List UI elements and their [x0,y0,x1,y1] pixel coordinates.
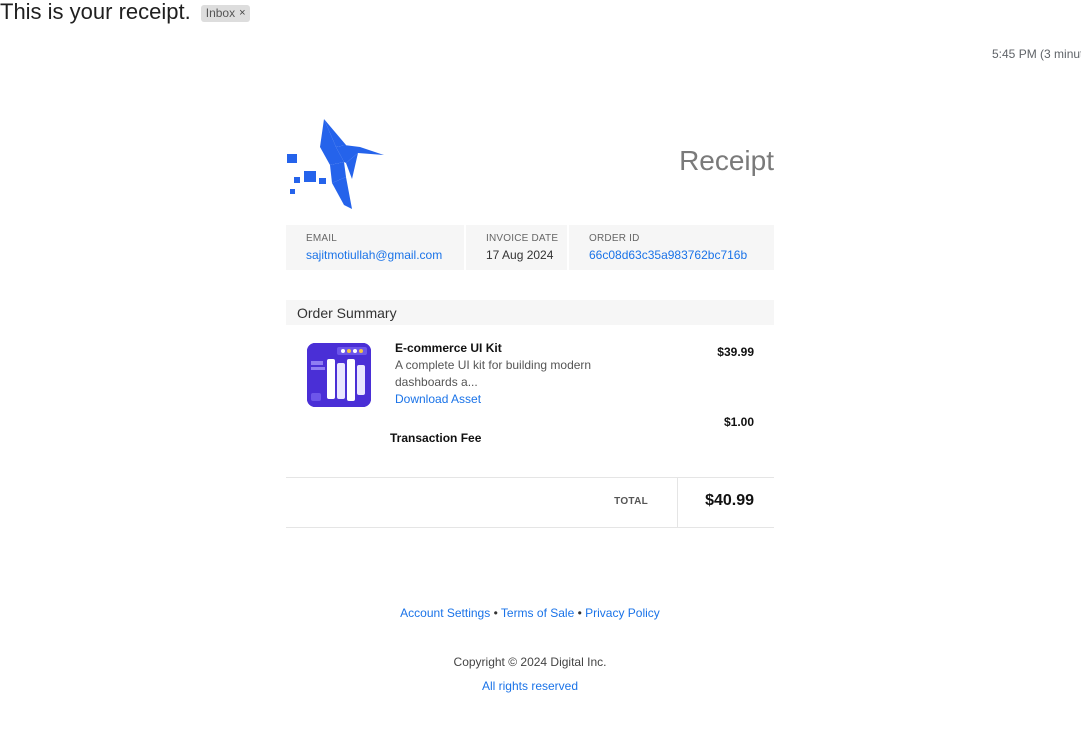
product-name: E-commerce UI Kit [395,341,502,355]
email-timestamp: 5:45 PM (3 minut [992,47,1081,61]
meta-email-value[interactable]: sajitmotiullah@gmail.com [306,248,464,262]
copyright-text: Copyright © 2024 Digital Inc. [453,655,607,669]
meta-email-label: EMAIL [306,233,338,244]
inbox-label-chip[interactable]: Inbox × [200,4,250,22]
transaction-fee-label: Transaction Fee [390,431,482,445]
account-settings-link[interactable]: Account Settings [400,606,490,620]
order-summary-header: Order Summary [286,300,774,325]
ui-kit-thumbnail-icon [307,343,371,407]
meta-order-id-label: ORDER ID [589,233,640,244]
hummingbird-logo-icon [287,119,384,209]
meta-invoice-date-value: 17 Aug 2024 [486,248,554,262]
product-thumbnail [307,343,371,407]
privacy-policy-link[interactable]: Privacy Policy [585,606,660,620]
total-row: TOTAL $40.99 [286,477,774,528]
product-price: $39.99 [717,345,754,359]
meta-order-id: ORDER ID 66c08d63c35a983762bc716b [569,225,774,270]
meta-email: EMAIL sajitmotiullah@gmail.com [286,225,464,270]
total-label: TOTAL [614,496,648,507]
transaction-fee-price: $1.00 [723,415,754,429]
meta-order-id-value[interactable]: 66c08d63c35a983762bc716b [589,248,774,262]
total-divider [677,478,678,527]
close-icon[interactable]: × [239,6,245,21]
rights-reserved-text: All rights reserved [481,679,579,693]
receipt-title: Receipt [679,145,774,176]
inbox-label-text: Inbox [205,5,236,20]
email-header: This is your receipt. Inbox × [0,0,250,24]
footer-separator: • [574,606,586,620]
meta-invoice-date: INVOICE DATE 17 Aug 2024 [466,225,567,270]
meta-invoice-date-label: INVOICE DATE [486,233,559,244]
product-description: A complete UI kit for building modern da… [395,358,592,389]
terms-of-sale-link[interactable]: Terms of Sale [501,606,574,620]
footer-links: Account Settings • Terms of Sale • Priva… [0,606,1060,620]
download-asset-link[interactable]: Download Asset [395,392,481,406]
receipt-meta: EMAIL sajitmotiullah@gmail.com INVOICE D… [286,225,774,270]
email-view: This is your receipt. Inbox × 5:45 PM (3… [0,0,1081,745]
footer-separator: • [490,606,501,620]
total-value: $40.99 [705,492,754,509]
email-subject: This is your receipt. [0,0,191,24]
